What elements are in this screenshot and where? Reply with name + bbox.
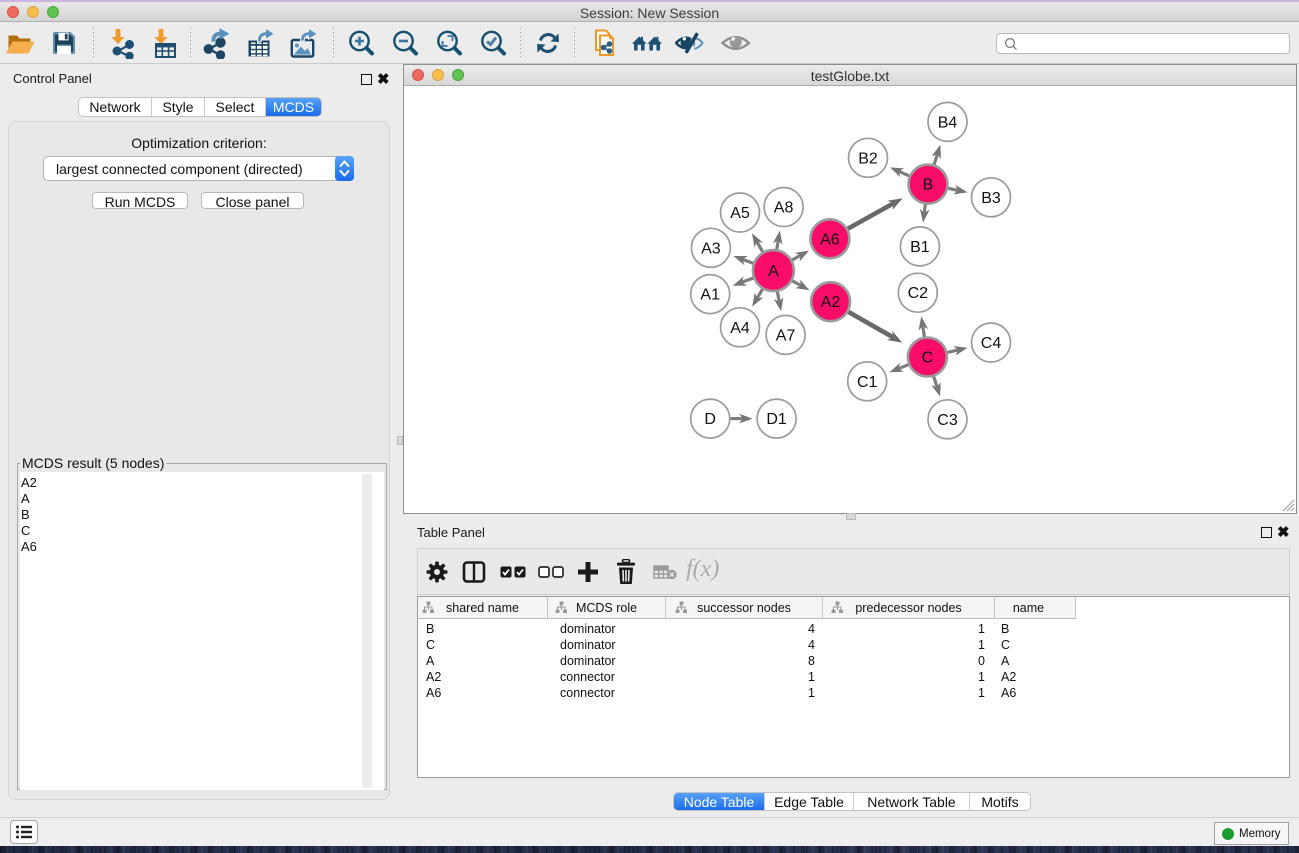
svg-text:B4: B4 [938,114,958,131]
svg-text:C2: C2 [908,285,929,302]
svg-text:B: B [923,177,934,194]
svg-text:A8: A8 [774,200,794,217]
svg-text:A3: A3 [701,240,721,257]
svg-text:A5: A5 [730,205,750,222]
svg-text:D1: D1 [766,411,787,428]
svg-text:C: C [922,350,934,367]
svg-text:A2: A2 [821,294,841,311]
svg-text:A6: A6 [820,231,840,248]
svg-text:B3: B3 [981,190,1001,207]
svg-text:C1: C1 [857,374,878,391]
svg-text:A1: A1 [700,287,720,304]
svg-text:D: D [704,411,716,428]
svg-text:A: A [768,263,779,280]
svg-text:A7: A7 [776,327,796,344]
svg-text:B2: B2 [858,150,878,167]
svg-text:B1: B1 [910,239,930,256]
svg-text:C3: C3 [937,412,958,429]
svg-text:A4: A4 [730,320,750,337]
svg-text:C4: C4 [981,335,1002,352]
